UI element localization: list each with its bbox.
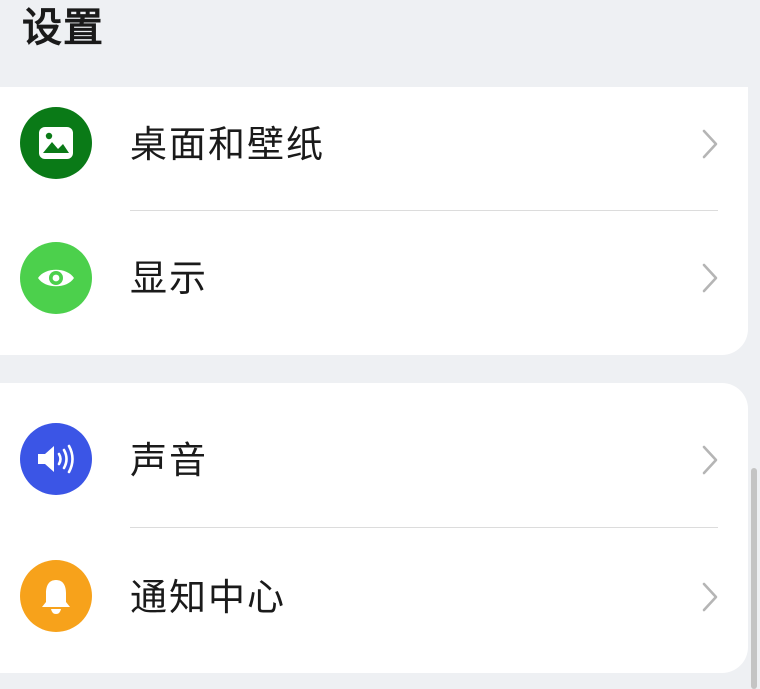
settings-group-display: 桌面和壁纸 显示	[0, 87, 748, 355]
chevron-right-icon	[702, 445, 718, 475]
settings-item-label: 显示	[130, 257, 208, 300]
eye-icon	[20, 242, 92, 314]
wallpaper-icon	[20, 107, 92, 179]
settings-item-notification-center[interactable]: 通知中心	[0, 528, 748, 662]
settings-item-label: 桌面和壁纸	[130, 123, 325, 166]
page-title: 设置	[22, 5, 104, 51]
chevron-right-icon	[702, 582, 718, 612]
settings-item-label: 声音	[130, 439, 208, 482]
chevron-right-icon	[702, 263, 718, 293]
bell-icon	[20, 560, 92, 632]
chevron-right-icon	[702, 129, 718, 159]
settings-item-sound[interactable]: 声音	[0, 383, 748, 517]
settings-item-label: 通知中心	[130, 576, 286, 619]
settings-group-notifications: 声音 通知中心	[0, 383, 748, 673]
settings-item-wallpaper[interactable]: 桌面和壁纸	[0, 87, 748, 221]
scrollbar[interactable]	[751, 468, 757, 689]
settings-item-display[interactable]: 显示	[0, 211, 748, 345]
speaker-icon	[20, 423, 92, 495]
